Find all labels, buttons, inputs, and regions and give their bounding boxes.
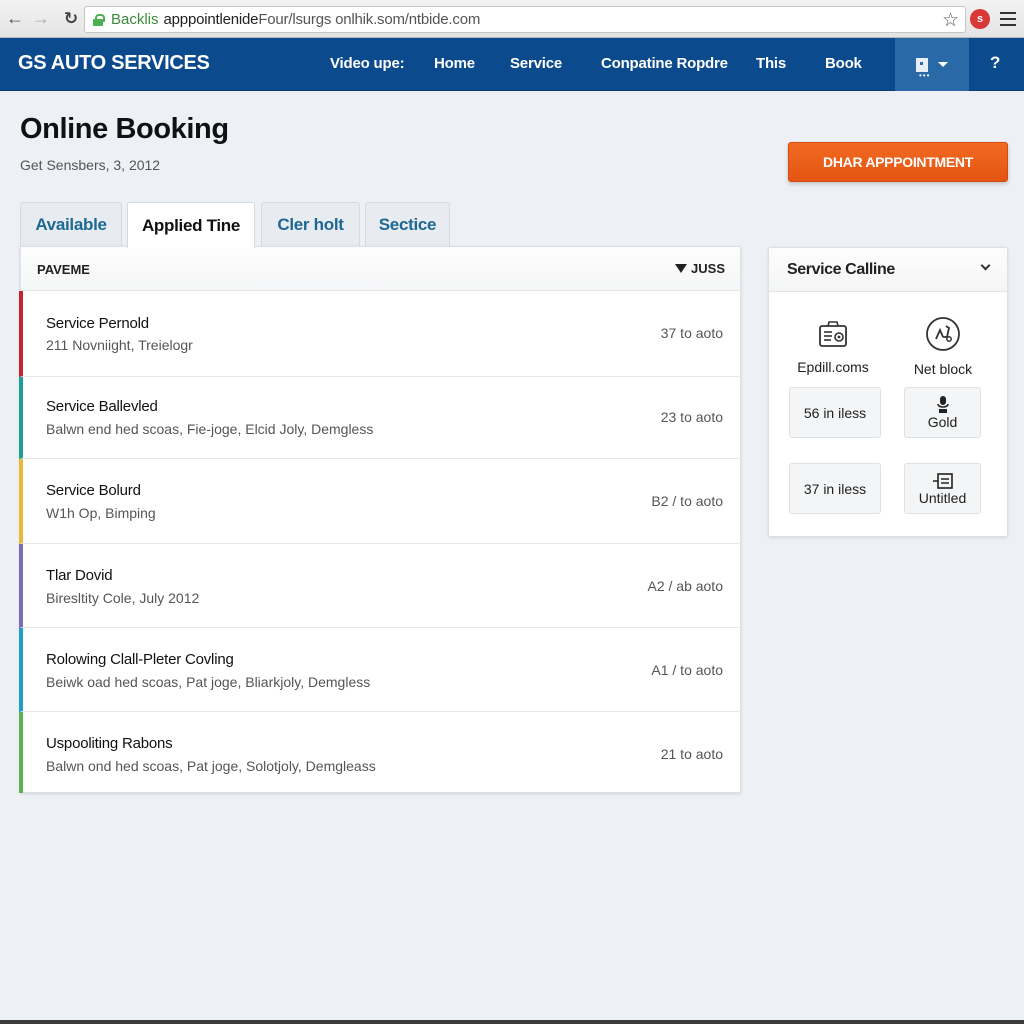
feature-label: Net block [913, 361, 973, 377]
row-title: Service Ballevled [46, 398, 158, 415]
row-title: Tlar Dovid [46, 567, 113, 584]
browser-menu-icon[interactable] [1000, 12, 1016, 26]
row-title: Service Bolurd [46, 482, 141, 499]
page-subtitle: Get Sensbers, 3, 2012 [20, 157, 161, 173]
tab-cler-holt[interactable]: Cler holt [261, 202, 360, 246]
page-title: Online Booking [20, 113, 229, 145]
list-item[interactable]: Rolowing Clall-Pleter Covling Beiwk oad … [19, 628, 741, 712]
tab-applied-time[interactable]: Applied Tine [127, 202, 255, 248]
chevron-down-icon [980, 260, 991, 271]
row-meta: 37 to aoto [660, 325, 723, 341]
row-subtitle: 211 Novniight, Treielogr [46, 337, 193, 353]
row-subtitle: W1h Op, Bimping [46, 505, 156, 521]
list-item[interactable]: Service Ballevled Balwn end hed scoas, F… [19, 377, 741, 459]
row-meta: A2 / ab aoto [647, 578, 723, 594]
service-panel: Service Calline Epdill.coms Net block 56… [768, 247, 1008, 537]
list-item[interactable]: Service Pernold 211 Novniight, Treielogr… [19, 291, 741, 377]
forward-button[interactable]: → [30, 8, 52, 30]
documents-dropdown[interactable]: ••• [895, 38, 969, 91]
id-card-icon [819, 321, 847, 347]
tile-label: Gold [927, 413, 958, 430]
row-subtitle: Balwn end hed scoas, Fie-joge, Elcid Jol… [46, 421, 374, 437]
address-bar[interactable]: Backlis apppointlenide Four/lsurgs onlhi… [84, 6, 966, 33]
url-secure-label: Backlis [111, 11, 159, 28]
help-button[interactable]: ? [990, 53, 1000, 73]
bookmark-star-icon[interactable]: ☆ [942, 9, 959, 32]
nav-this[interactable]: This [756, 55, 786, 72]
list-item[interactable]: Tlar Dovid Biresltity Cole, July 2012 A2… [19, 544, 741, 628]
scooter-icon [926, 317, 960, 351]
service-panel-header[interactable]: Service Calline [769, 248, 1007, 292]
lock-icon [93, 13, 105, 26]
tab-sectice[interactable]: Sectice [365, 202, 450, 246]
row-subtitle: Beiwk oad hed scoas, Pat joge, Bliarkjol… [46, 674, 371, 690]
url-host: apppointlenide [163, 11, 259, 28]
extension-icon[interactable]: s [970, 9, 990, 29]
nav-service[interactable]: Service [510, 55, 562, 72]
tile-untitled[interactable]: Untitled [904, 463, 981, 514]
document-icon [916, 57, 928, 72]
nav-video[interactable]: Video upe: [330, 55, 405, 72]
reload-button[interactable]: ↻ [60, 8, 82, 30]
list-item[interactable]: Service Bolurd W1h Op, Bimping B2 / to a… [19, 459, 741, 544]
tile-56-in-iless[interactable]: 56 in iless [789, 387, 881, 438]
list-header: PAVEME JUSS [21, 247, 740, 291]
brand-logo[interactable]: GS AUTO SERVICES [18, 52, 210, 75]
feature-net-block[interactable]: Net block [893, 316, 993, 377]
column-header-left[interactable]: PAVEME [37, 262, 90, 277]
book-appointment-button[interactable]: DHAR APPPOINTMENT [788, 142, 1008, 182]
nav-conpatine[interactable]: Conpatine Ropdre [601, 55, 728, 72]
row-meta: 21 to aoto [660, 746, 723, 762]
row-meta: A1 / to aoto [651, 662, 723, 678]
row-meta: 23 to aoto [660, 409, 723, 425]
microphone-icon [936, 395, 949, 413]
tile-label: 56 in iless [803, 404, 867, 421]
list-icon [932, 472, 953, 489]
dots-icon: ••• [919, 71, 931, 80]
nav-book[interactable]: Book [825, 55, 862, 72]
booking-list: PAVEME JUSS Service Pernold 211 Novniigh… [19, 246, 741, 793]
caret-down-icon [938, 62, 948, 67]
taskbar-edge [0, 1020, 1024, 1024]
site-header: GS AUTO SERVICES Video upe: Home Service… [0, 38, 1024, 91]
tile-37-in-iless[interactable]: 37 in iless [789, 463, 881, 514]
tile-label: 37 in iless [803, 480, 867, 497]
list-item[interactable]: Uspooliting Rabons Balwn ond hed scoas, … [19, 712, 741, 793]
url-path: Four/lsurgs onlhik.som/ntbide.com [258, 11, 481, 28]
feature-label: Epdill.coms [797, 359, 869, 375]
tile-label: Untitled [918, 489, 967, 506]
feature-epdill[interactable]: Epdill.coms [783, 320, 883, 375]
browser-toolbar: ← → ↻ Backlis apppointlenide Four/lsurgs… [0, 0, 1024, 38]
nav-home[interactable]: Home [434, 55, 475, 72]
row-subtitle: Biresltity Cole, July 2012 [46, 590, 200, 606]
column-header-right-label: JUSS [691, 261, 725, 276]
row-subtitle: Balwn ond hed scoas, Pat joge, Solotjoly… [46, 758, 376, 774]
row-title: Uspooliting Rabons [46, 735, 173, 752]
column-header-right[interactable]: JUSS [675, 261, 725, 276]
tile-gold[interactable]: Gold [904, 387, 981, 438]
back-button[interactable]: ← [4, 8, 26, 30]
row-meta: B2 / to aoto [651, 493, 723, 509]
row-title: Rolowing Clall-Pleter Covling [46, 651, 234, 668]
service-panel-title: Service Calline [787, 261, 895, 278]
tab-available[interactable]: Available [20, 202, 122, 246]
filter-icon [675, 264, 688, 273]
row-title: Service Pernold [46, 315, 149, 332]
